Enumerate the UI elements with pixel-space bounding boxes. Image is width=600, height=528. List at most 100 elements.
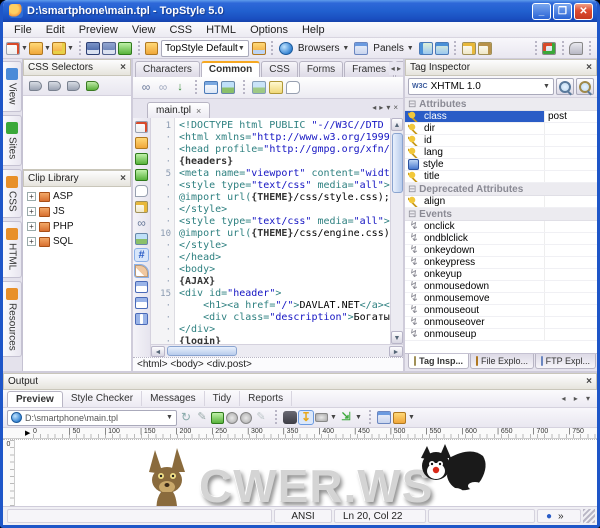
maximize-button[interactable]: ❐ bbox=[553, 3, 572, 20]
attribute-row-lang[interactable]: lang bbox=[405, 147, 597, 159]
publish-dropdown[interactable]: ▼ bbox=[67, 41, 74, 56]
vertical-scrollbar[interactable]: ▲ ▼ bbox=[390, 118, 403, 344]
sidebar-tab-html[interactable]: HTML bbox=[3, 221, 22, 277]
validate-html-button[interactable] bbox=[542, 42, 556, 55]
format-button[interactable] bbox=[478, 42, 492, 55]
preview-address-combo[interactable]: D:\smartphone\main.tpl ▼ bbox=[7, 410, 177, 426]
scroll-down-icon[interactable]: ▼ bbox=[391, 331, 403, 344]
quill-icon[interactable] bbox=[135, 265, 148, 277]
doctype-combo[interactable]: W3C XHTML 1.0 ▼ bbox=[408, 78, 554, 95]
inspector-tab-tag-inspector[interactable]: Tag Insp... bbox=[408, 354, 469, 369]
insert-tag-icon[interactable] bbox=[135, 153, 148, 165]
launch-browser-icon[interactable] bbox=[211, 412, 224, 424]
inspector-section-attributes[interactable]: Attributes bbox=[405, 98, 597, 111]
close-button[interactable]: ✕ bbox=[574, 3, 593, 20]
resize-preview-icon[interactable] bbox=[339, 411, 353, 424]
refresh-icon[interactable] bbox=[179, 411, 193, 424]
find-binoculars-icon[interactable] bbox=[283, 411, 297, 424]
new-style-button[interactable] bbox=[118, 42, 132, 55]
attribute-row-dir[interactable]: dir bbox=[405, 123, 597, 135]
output-tab-style-checker[interactable]: Style Checker bbox=[63, 391, 142, 406]
insert-tab-frames[interactable]: Frames bbox=[344, 61, 394, 77]
output-tab-scroll-icons[interactable]: ◂ ▸ ▾ bbox=[562, 394, 594, 403]
sidebar-tab-sites[interactable]: Sites bbox=[3, 115, 22, 166]
menu-html[interactable]: HTML bbox=[199, 23, 243, 37]
style-combo[interactable]: TopStyle Default▼ bbox=[161, 40, 249, 57]
attribute-row-onmouseup[interactable]: onmouseup bbox=[405, 329, 597, 341]
inspector-section-events[interactable]: Events bbox=[405, 208, 597, 221]
menu-edit[interactable]: Edit bbox=[39, 23, 72, 37]
scroll-right-icon[interactable]: ► bbox=[389, 346, 403, 357]
edit-document-button[interactable] bbox=[462, 42, 476, 55]
attribute-row-title[interactable]: title bbox=[405, 171, 597, 183]
open-file-dropdown[interactable]: ▼ bbox=[44, 41, 51, 56]
output-close-icon[interactable]: × bbox=[586, 376, 592, 387]
layout-box-icon[interactable] bbox=[135, 281, 148, 293]
menu-preview[interactable]: Preview bbox=[72, 23, 125, 37]
comment-icon[interactable] bbox=[135, 185, 148, 197]
div-box-icon[interactable] bbox=[269, 81, 283, 94]
status-extras[interactable]: ●» bbox=[537, 509, 581, 523]
clip-item-php[interactable]: +PHP bbox=[23, 219, 131, 234]
image-icon[interactable] bbox=[135, 233, 148, 245]
vertical-scroll-thumb[interactable] bbox=[392, 133, 403, 193]
tree-expand-icon[interactable]: + bbox=[27, 192, 36, 201]
panels-menu[interactable]: Panels ▼ bbox=[369, 40, 417, 57]
tag-path-bar[interactable]: <html> <body> <div.post> bbox=[133, 357, 403, 371]
anchor-download-icon[interactable] bbox=[173, 81, 187, 94]
edit-selector-icon[interactable] bbox=[67, 81, 80, 91]
horizontal-scroll-thumb[interactable] bbox=[167, 346, 237, 356]
hyperlink-icon[interactable] bbox=[139, 81, 153, 94]
insert-tab-scroll-icons[interactable]: ◂ ▸ bbox=[389, 62, 403, 75]
clip-item-js[interactable]: +JS bbox=[23, 204, 131, 219]
table-icon[interactable] bbox=[204, 81, 218, 94]
attribute-row-onclick[interactable]: onclick bbox=[405, 221, 597, 233]
edit-pencil-icon[interactable] bbox=[135, 201, 148, 213]
tile-horizontal-button[interactable] bbox=[419, 42, 433, 55]
sidebar-tab-resources[interactable]: Resources bbox=[3, 281, 22, 358]
ruler-marker-icon[interactable]: ▶ bbox=[25, 429, 30, 437]
menu-view[interactable]: View bbox=[125, 23, 163, 37]
open-folder-icon[interactable] bbox=[135, 137, 148, 149]
forward-icon[interactable] bbox=[240, 412, 252, 424]
css-selectors-close-icon[interactable]: × bbox=[120, 62, 126, 73]
hash-icon[interactable] bbox=[135, 249, 148, 261]
options-wrench-button[interactable] bbox=[569, 42, 583, 55]
clip-item-sql[interactable]: +SQL bbox=[23, 234, 131, 249]
attribute-row-onmouseover[interactable]: onmouseover bbox=[405, 317, 597, 329]
insert-tab-common[interactable]: Common bbox=[201, 61, 260, 77]
document-tab-close-icon[interactable]: × bbox=[196, 106, 201, 116]
edit-preview-icon[interactable] bbox=[195, 411, 209, 424]
save-button[interactable] bbox=[86, 42, 100, 55]
document-icon[interactable] bbox=[135, 121, 148, 133]
new-selector-icon[interactable] bbox=[29, 81, 42, 91]
inspector-tab-file-explorer[interactable]: File Explo... bbox=[470, 354, 534, 369]
preview-theme-icon[interactable] bbox=[393, 412, 406, 424]
status-overflow-icon[interactable]: » bbox=[558, 511, 564, 522]
attribute-row-onmousedown[interactable]: onmousedown bbox=[405, 281, 597, 293]
device-size-icon[interactable] bbox=[315, 413, 328, 422]
menu-file[interactable]: File bbox=[7, 23, 39, 37]
tree-expand-icon[interactable]: + bbox=[27, 207, 36, 216]
tree-expand-icon[interactable]: + bbox=[27, 222, 36, 231]
clip-library-close-icon[interactable]: × bbox=[120, 173, 126, 184]
attribute-row-id[interactable]: id bbox=[405, 135, 597, 147]
output-tab-preview[interactable]: Preview bbox=[7, 391, 63, 407]
attribute-row-onmousemove[interactable]: onmousemove bbox=[405, 293, 597, 305]
insert-tab-forms[interactable]: Forms bbox=[299, 61, 343, 77]
tile-vertical-button[interactable] bbox=[435, 42, 449, 55]
attribute-row-class[interactable]: classpost bbox=[405, 111, 597, 123]
css-selectors-header[interactable]: CSS Selectors × bbox=[23, 59, 131, 76]
save-all-button[interactable] bbox=[102, 42, 116, 55]
open-file-button[interactable] bbox=[29, 42, 43, 55]
inspector-section-deprecated-attributes[interactable]: Deprecated Attributes bbox=[405, 183, 597, 196]
link-icon[interactable] bbox=[135, 217, 148, 229]
resize-grip[interactable] bbox=[583, 509, 595, 523]
sidebar-tab-view[interactable]: View bbox=[3, 61, 22, 112]
menu-css[interactable]: CSS bbox=[162, 23, 199, 37]
attribute-value[interactable]: post bbox=[545, 111, 597, 122]
inspect-button[interactable] bbox=[556, 78, 574, 95]
insert-tab-css[interactable]: CSS bbox=[261, 61, 298, 77]
publish-button[interactable] bbox=[52, 42, 66, 55]
device-size-dropdown[interactable]: ▼ bbox=[330, 410, 337, 425]
